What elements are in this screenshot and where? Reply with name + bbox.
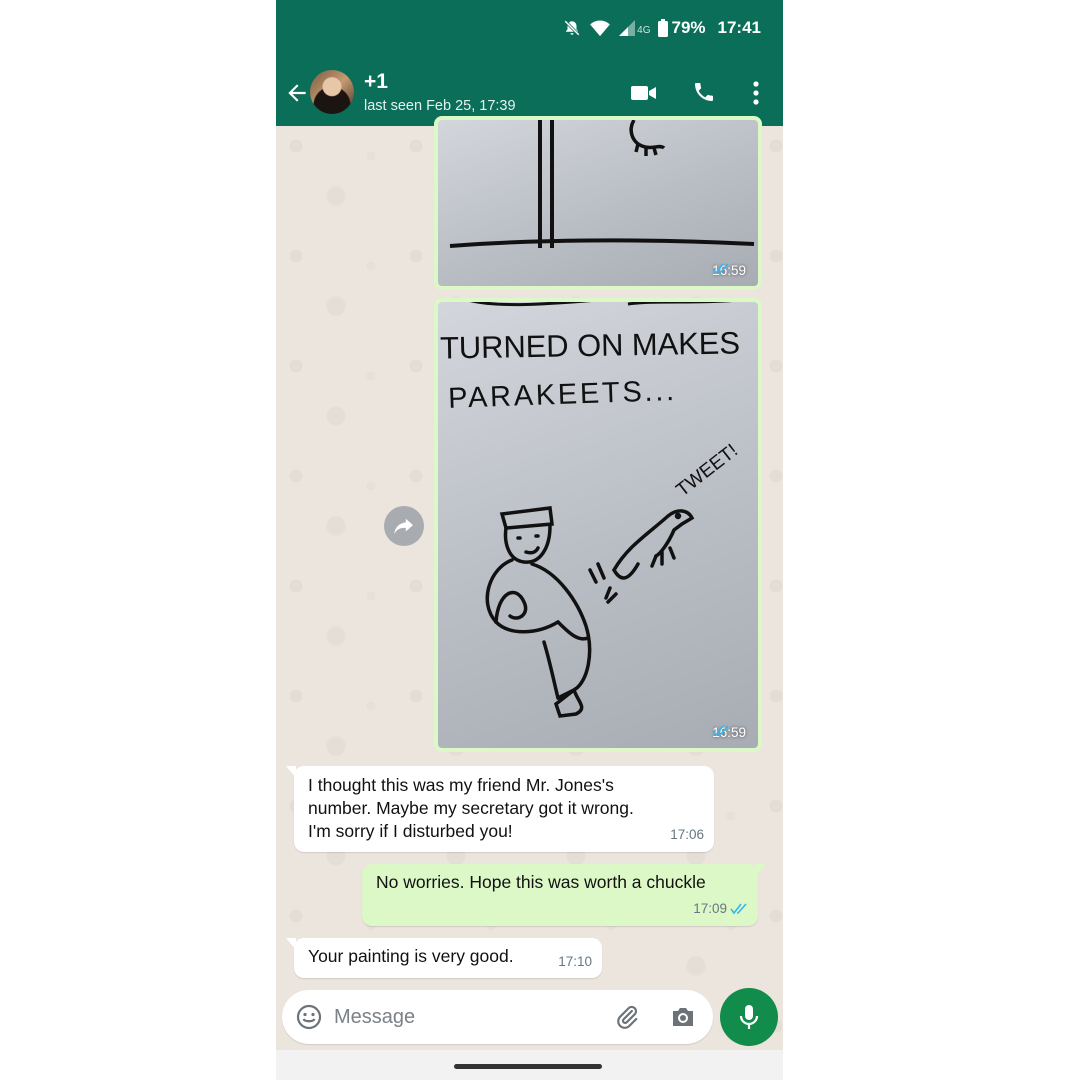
clock: 17:41 (717, 18, 761, 37)
incoming-message[interactable]: I thought this was my friend Mr. Jones's… (286, 766, 714, 852)
message-text-line: number. Maybe my secretary got it wrong. (308, 798, 634, 818)
message-placeholder: Message (334, 1006, 416, 1028)
contact-name[interactable]: +1 (364, 70, 388, 94)
home-gesture-pill[interactable] (454, 1064, 602, 1069)
message-image[interactable]: 16:59 (438, 120, 758, 286)
phone-screen: 4G 79% 17:41 +1 last seen Feb 25, 17:39 (276, 0, 783, 1080)
message-text-line: No worries. Hope this was worth a chuckl… (376, 872, 706, 892)
message-timestamp: 17:09 (693, 897, 748, 920)
outgoing-message[interactable]: No worries. Hope this was worth a chuckl… (362, 864, 766, 926)
battery-icon (658, 19, 669, 37)
mic-button[interactable] (720, 988, 778, 1046)
read-ticks-icon (712, 263, 729, 275)
emoji-icon[interactable] (296, 1004, 322, 1030)
image-timestamp: 16:59 (712, 725, 746, 740)
image-caption-line-1: TURNED ON MAKES (440, 325, 741, 365)
message-timestamp: 17:10 (558, 954, 592, 969)
network-type: 4G (637, 25, 651, 36)
signal-icon (619, 20, 636, 36)
mic-icon (739, 1005, 759, 1029)
last-seen: last seen Feb 25, 17:39 (364, 98, 516, 114)
message-timestamp: 17:06 (670, 827, 704, 842)
image-timestamp: 16:59 (712, 263, 746, 278)
phone-icon[interactable] (692, 80, 716, 104)
message-image[interactable]: TURNED ON MAKES PARAKEETS... TWEET! 16:5… (438, 302, 758, 748)
image-caption-line-2: PARAKEETS... (448, 375, 675, 415)
more-vert-icon[interactable] (746, 80, 766, 106)
video-call-icon[interactable] (630, 82, 658, 104)
incoming-message[interactable]: Your painting is very good. 17:10 (286, 938, 602, 978)
back-arrow-icon[interactable] (284, 80, 310, 106)
image-message[interactable]: 16:59 (434, 116, 762, 290)
read-ticks-icon (730, 902, 747, 914)
battery-level: 79% (671, 18, 706, 37)
system-nav-bar (276, 1050, 783, 1080)
image-caption-tweet: TWEET! (672, 440, 741, 501)
message-text-line: I'm sorry if I disturbed you! (308, 821, 513, 841)
message-input[interactable]: Message (282, 990, 713, 1044)
composer: Message (276, 988, 783, 1050)
message-list[interactable]: 16:59 TURNED ON MAKES PARAKEETS... TWEET… (276, 116, 783, 990)
message-text-line: Your painting is very good. (308, 946, 514, 966)
image-message[interactable]: TURNED ON MAKES PARAKEETS... TWEET! 16:5… (434, 298, 762, 752)
mute-bell-icon (564, 20, 580, 36)
contact-avatar[interactable] (310, 70, 354, 114)
forward-arrow-icon (394, 518, 413, 535)
message-text-line: I thought this was my friend Mr. Jones's (308, 775, 614, 795)
attach-icon[interactable] (614, 1004, 640, 1030)
wifi-icon (590, 20, 611, 37)
status-bar: 4G 79% 17:41 (276, 0, 783, 60)
camera-icon[interactable] (670, 1005, 696, 1029)
forward-button[interactable] (384, 506, 424, 546)
read-ticks-icon (712, 725, 729, 737)
